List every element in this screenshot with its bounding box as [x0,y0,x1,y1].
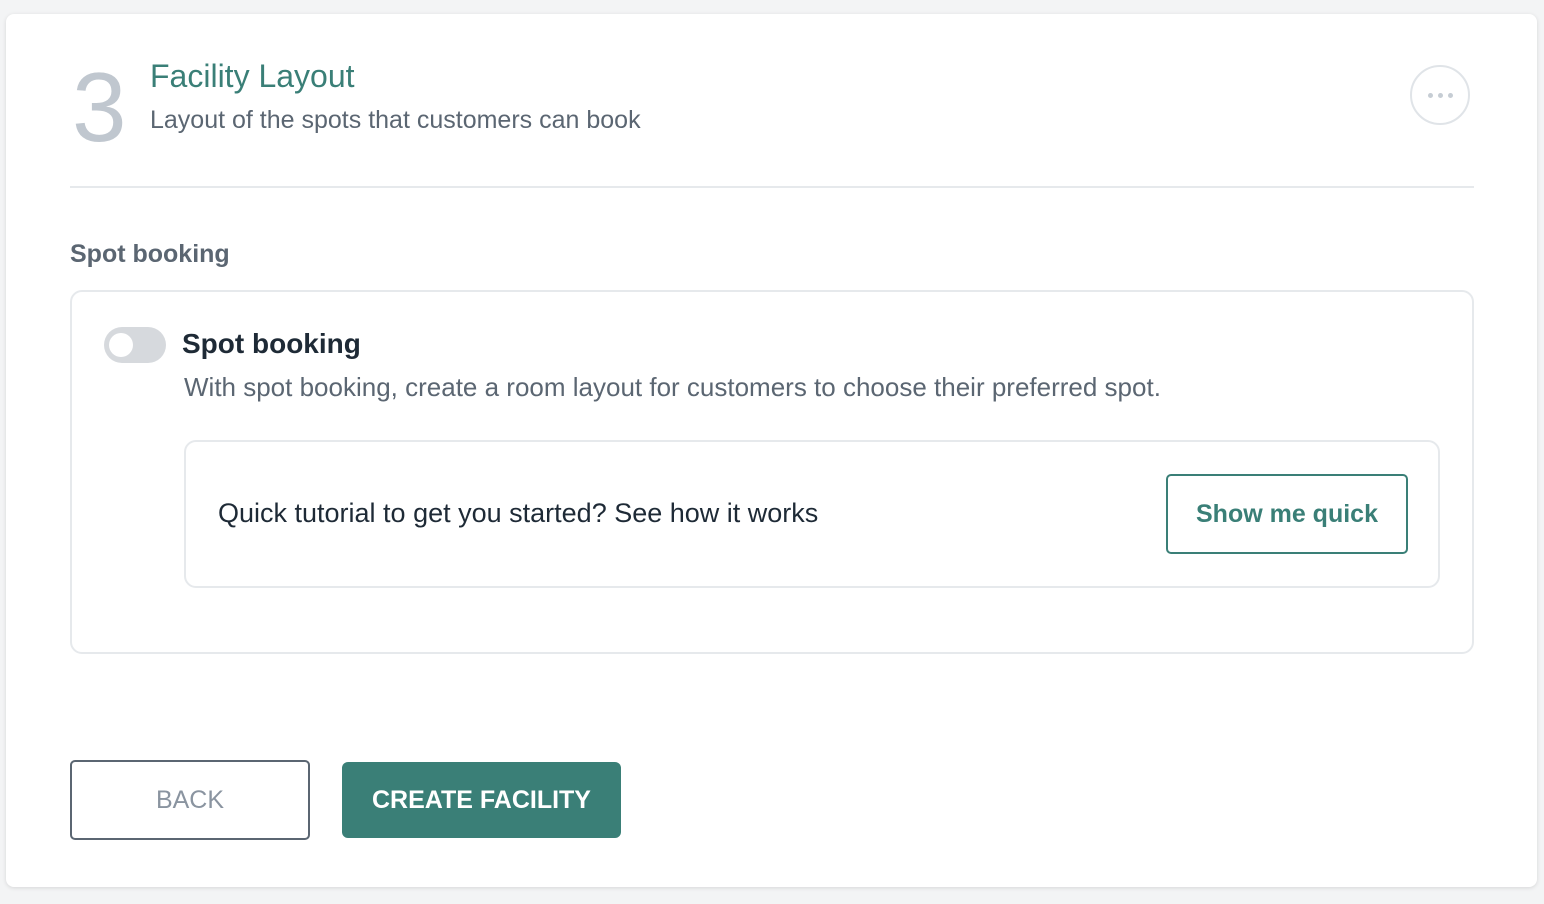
spot-booking-description: With spot booking, create a room layout … [184,372,1161,402]
spot-booking-toggle[interactable] [104,327,166,363]
more-options-button[interactable] [1410,65,1470,125]
tutorial-panel: Quick tutorial to get you started? See h… [184,440,1440,588]
step-number: 3 [72,52,127,162]
back-button[interactable]: BACK [70,760,310,840]
show-me-quick-button[interactable]: Show me quick [1166,474,1408,554]
spot-booking-panel: Spot booking With spot booking, create a… [70,290,1474,654]
create-facility-button[interactable]: CREATE FACILITY [342,762,621,838]
toggle-knob [109,333,133,357]
facility-layout-card: 3 Facility Layout Layout of the spots th… [6,14,1537,887]
section-label: Spot booking [70,240,230,268]
tutorial-text: Quick tutorial to get you started? See h… [218,498,819,528]
spot-booking-toggle-label: Spot booking [182,328,361,359]
more-horizontal-icon [1427,92,1453,98]
header-divider [70,186,1474,188]
step-title: Facility Layout [150,58,355,94]
step-subtitle: Layout of the spots that customers can b… [150,106,641,134]
